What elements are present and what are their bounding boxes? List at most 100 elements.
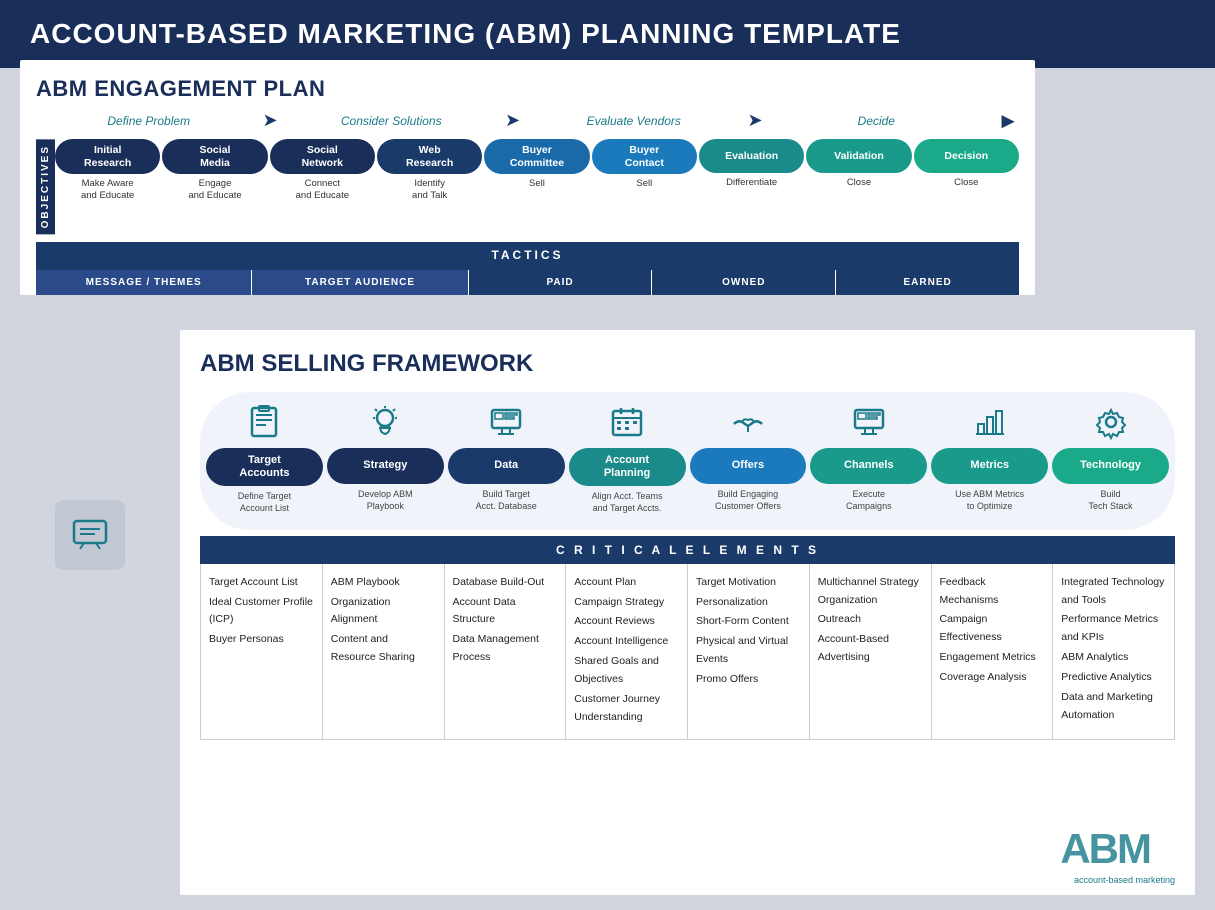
crit-item: Buyer Personas [209,631,314,649]
main-title: ACCOUNT-BASED MARKETING (ABM) PLANNING T… [0,0,1215,68]
fw-col-7: Technology BuildTech Stack [1052,402,1169,520]
fw-icon-6 [972,402,1008,442]
stage-sub-6: Differentiate [724,173,779,192]
crit-item: Promo Offers [696,671,801,689]
abm-watermark-sub: account-based marketing [1074,875,1175,885]
fw-sub-3: Align Acct. Teamsand Target Accts. [590,486,665,519]
fw-icon-0 [246,402,282,442]
crit-item: Campaign Effectiveness [940,611,1045,647]
crit-col-5: Multichannel Strategy OrganizationOutrea… [810,564,932,739]
abm-watermark: ABM [1060,828,1150,870]
stage-pill-3: WebResearch [377,139,482,174]
fw-col-1: Strategy Develop ABMPlaybook [327,402,444,520]
fw-pill-3: AccountPlanning [569,448,686,486]
crit-item: Feedback Mechanisms [940,574,1045,610]
crit-item: Account Data Structure [453,594,558,630]
journey-bar: Define Problem ➤ Consider Solutions ➤ Ev… [36,110,1019,131]
crit-item: Campaign Strategy [574,594,679,612]
crit-item: Account Plan [574,574,679,592]
objectives-label: OBJECTIVES [36,139,55,234]
fw-sub-7: BuildTech Stack [1087,484,1135,517]
fw-icon-5 [851,402,887,442]
fw-col-4: Offers Build EngagingCustomer Offers [690,402,807,520]
journey-end-arrow: ► [997,108,1019,134]
stage-item-0: InitialResearch Make Awareand Educate [55,139,160,205]
stage-pill-8: Decision [914,139,1019,173]
stage-item-3: WebResearch Identifyand Talk [377,139,482,205]
table-header-0: MESSAGE / THEMES [36,270,252,295]
crit-item: Short-Form Content [696,613,801,631]
crit-item: Engagement Metrics [940,649,1045,667]
fw-col-3: AccountPlanning Align Acct. Teamsand Tar… [569,402,686,520]
engagement-card: ABM ENGAGEMENT PLAN Define Problem ➤ Con… [20,60,1035,295]
fw-icon-3 [609,402,645,442]
crit-item: Organization Alignment [331,594,436,630]
stage-sub-3: Identifyand Talk [410,174,449,205]
table-header-4: EARNED [836,270,1019,295]
crit-item: Outreach [818,611,923,629]
critical-bar: C R I T I C A L E L E M E N T S [200,536,1175,564]
crit-col-3: Account Plan Campaign StrategyAccount Rev… [566,564,688,739]
selling-card: ABM SELLING FRAMEWORK TargetAccounts Def… [180,330,1195,895]
crit-item: ABM Playbook [331,574,436,592]
journey-step-3: Evaluate Vendors [521,114,746,128]
fw-sub-4: Build EngagingCustomer Offers [713,484,783,517]
stage-pill-7: Validation [806,139,911,173]
crit-item: ABM Analytics [1061,649,1166,667]
fw-icon-1 [367,402,403,442]
stage-sub-1: Engageand Educate [186,174,243,205]
fw-col-5: Channels ExecuteCampaigns [810,402,927,520]
table-header-2: PAID [469,270,653,295]
stage-pill-0: InitialResearch [55,139,160,174]
fw-pill-0: TargetAccounts [206,448,323,486]
crit-item: Target Motivation [696,574,801,592]
decorative-icon [55,500,125,570]
stage-pill-5: BuyerContact [592,139,697,174]
objectives-container: OBJECTIVES InitialResearch Make Awareand… [36,139,1019,234]
crit-item: Personalization [696,594,801,612]
fw-pill-6: Metrics [931,448,1048,484]
fw-pill-2: Data [448,448,565,484]
fw-icon-2 [488,402,524,442]
crit-col-0: Target Account ListIdeal Customer Profil… [201,564,323,739]
crit-col-7: Integrated Technology and ToolsPerforman… [1053,564,1174,739]
stage-item-4: BuyerCommittee Sell [484,139,589,205]
fw-pill-5: Channels [810,448,927,484]
framework-cols: TargetAccounts Define TargetAccount List… [200,392,1175,530]
fw-pill-7: Technology [1052,448,1169,484]
fw-col-0: TargetAccounts Define TargetAccount List [206,402,323,520]
fw-icon-4 [730,402,766,442]
stage-item-2: SocialNetwork Connectand Educate [270,139,375,205]
fw-sub-2: Build TargetAcct. Database [474,484,539,517]
fw-pill-4: Offers [690,448,807,484]
journey-step-4: Decide [764,114,989,128]
crit-item: Target Account List [209,574,314,592]
crit-item: Coverage Analysis [940,669,1045,687]
crit-item: Data Management Process [453,631,558,667]
journey-step-2: Consider Solutions [279,114,504,128]
stages-wrapper: InitialResearch Make Awareand Educate So… [55,139,1019,234]
journey-step-1: Define Problem [36,114,261,128]
crit-item: Data and Marketing Automation [1061,689,1166,725]
stage-sub-5: Sell [634,174,654,193]
crit-item: Integrated Technology and Tools [1061,574,1166,610]
stage-sub-2: Connectand Educate [294,174,351,205]
stage-sub-7: Close [845,173,873,192]
crit-col-6: Feedback MechanismsCampaign Effectivenes… [932,564,1054,739]
selling-title: ABM SELLING FRAMEWORK [200,350,1175,378]
title-text: ACCOUNT-BASED MARKETING (ABM) PLANNING T… [30,18,901,49]
fw-sub-5: ExecuteCampaigns [844,484,894,517]
fw-icon-7 [1093,402,1129,442]
engagement-title: ABM ENGAGEMENT PLAN [36,76,1019,102]
crit-item: Physical and Virtual Events [696,633,801,669]
fw-col-2: Data Build TargetAcct. Database [448,402,565,520]
fw-sub-1: Develop ABMPlaybook [356,484,415,517]
crit-item: Customer Journey Understanding [574,691,679,727]
stage-pill-2: SocialNetwork [270,139,375,174]
stage-sub-4: Sell [527,174,547,193]
stage-pill-6: Evaluation [699,139,804,173]
stage-item-7: Validation Close [806,139,911,205]
crit-item: Account Reviews [574,613,679,631]
crit-item: Account-Based Advertising [818,631,923,667]
crit-item: Content and Resource Sharing [331,631,436,667]
